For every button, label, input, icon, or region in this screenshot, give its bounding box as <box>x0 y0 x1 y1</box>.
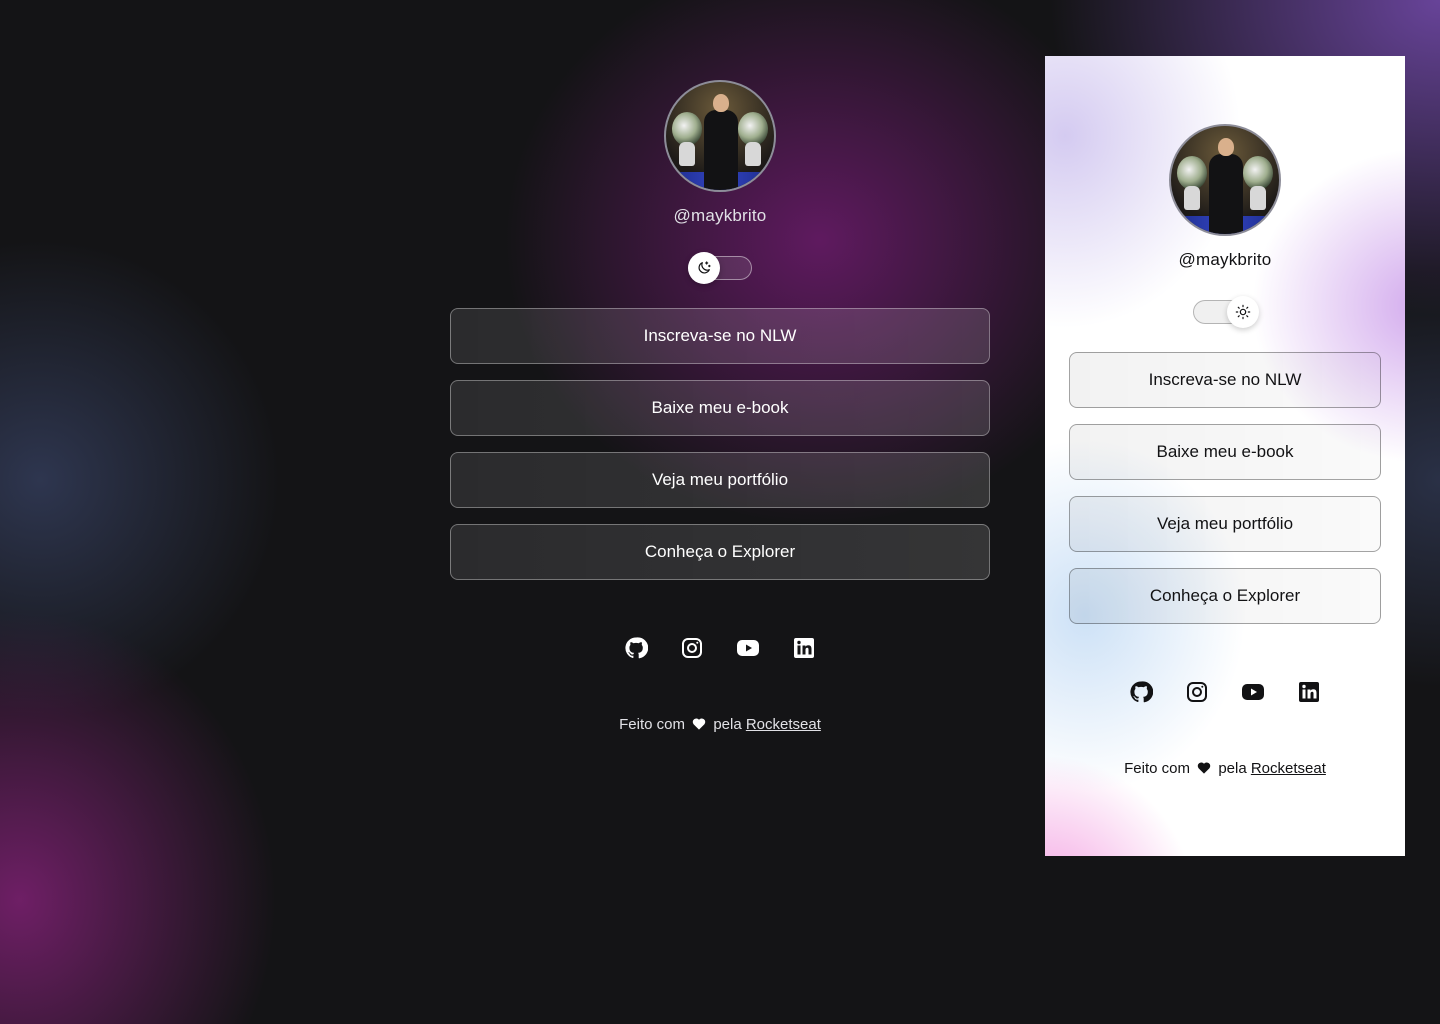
link-button-explorer[interactable]: Conheça o Explorer <box>450 524 990 580</box>
rocketseat-link[interactable]: Rocketseat <box>746 716 821 733</box>
link-button-nlw[interactable]: Inscreva-se no NLW <box>1069 352 1381 408</box>
link-list: Inscreva-se no NLW Baixe meu e-book Veja… <box>450 308 990 580</box>
avatar-photo-detail <box>738 112 768 146</box>
profile: @maykbrito <box>450 80 990 284</box>
profile: @maykbrito <box>1069 124 1381 328</box>
avatar-photo-detail <box>672 112 702 146</box>
footer: Feito com pela Rocketseat <box>1069 760 1381 777</box>
avatar-photo-detail <box>704 110 738 190</box>
link-button-explorer[interactable]: Conheça o Explorer <box>1069 568 1381 624</box>
moon-icon <box>698 261 711 274</box>
link-button-ebook[interactable]: Baixe meu e-book <box>1069 424 1381 480</box>
username: @maykbrito <box>1178 250 1272 269</box>
youtube-icon[interactable] <box>736 636 760 660</box>
link-button-nlw[interactable]: Inscreva-se no NLW <box>450 308 990 364</box>
dark-theme-preview: @maykbrito Inscreva-se no NLW Baixe meu … <box>450 80 990 733</box>
github-icon[interactable] <box>624 636 648 660</box>
heart-icon <box>1197 762 1211 774</box>
footer-text: Feito com <box>619 716 685 733</box>
theme-toggle[interactable] <box>1193 296 1259 328</box>
heart-icon <box>692 718 706 730</box>
link-button-portfolio[interactable]: Veja meu portfólio <box>450 452 990 508</box>
avatar-photo-detail <box>1218 138 1234 156</box>
theme-toggle-knob[interactable] <box>1227 296 1259 328</box>
youtube-icon[interactable] <box>1241 680 1265 704</box>
sun-icon <box>1235 304 1251 320</box>
avatar-photo-detail <box>1243 156 1273 190</box>
avatar-photo-detail <box>1184 186 1200 210</box>
username: @maykbrito <box>673 206 767 225</box>
footer-text: Feito com <box>1124 760 1190 777</box>
footer-text: pela <box>713 716 742 733</box>
avatar-photo-detail <box>679 142 695 166</box>
linkedin-icon[interactable] <box>1297 680 1321 704</box>
light-theme-content: @maykbrito Inscreva-se no NLW Baixe meu … <box>1069 124 1381 777</box>
footer: Feito com pela Rocketseat <box>450 716 990 733</box>
avatar-photo-detail <box>745 142 761 166</box>
theme-toggle-knob[interactable] <box>688 252 720 284</box>
link-button-portfolio[interactable]: Veja meu portfólio <box>1069 496 1381 552</box>
linkedin-icon[interactable] <box>792 636 816 660</box>
rocketseat-link[interactable]: Rocketseat <box>1251 760 1326 777</box>
footer-text: pela <box>1218 760 1247 777</box>
theme-toggle[interactable] <box>688 252 752 284</box>
instagram-icon[interactable] <box>1185 680 1209 704</box>
avatar <box>664 80 776 192</box>
avatar-photo-detail <box>1250 186 1266 210</box>
avatar-photo-detail <box>713 94 729 112</box>
social-links <box>1069 680 1381 704</box>
instagram-icon[interactable] <box>680 636 704 660</box>
avatar <box>1169 124 1281 236</box>
link-list: Inscreva-se no NLW Baixe meu e-book Veja… <box>1069 352 1381 624</box>
github-icon[interactable] <box>1129 680 1153 704</box>
link-button-ebook[interactable]: Baixe meu e-book <box>450 380 990 436</box>
avatar-photo-detail <box>1209 154 1243 234</box>
social-links <box>450 636 990 660</box>
light-theme-preview: @maykbrito Inscreva-se no NLW Baixe meu … <box>1045 56 1405 856</box>
avatar-photo-detail <box>1177 156 1207 190</box>
